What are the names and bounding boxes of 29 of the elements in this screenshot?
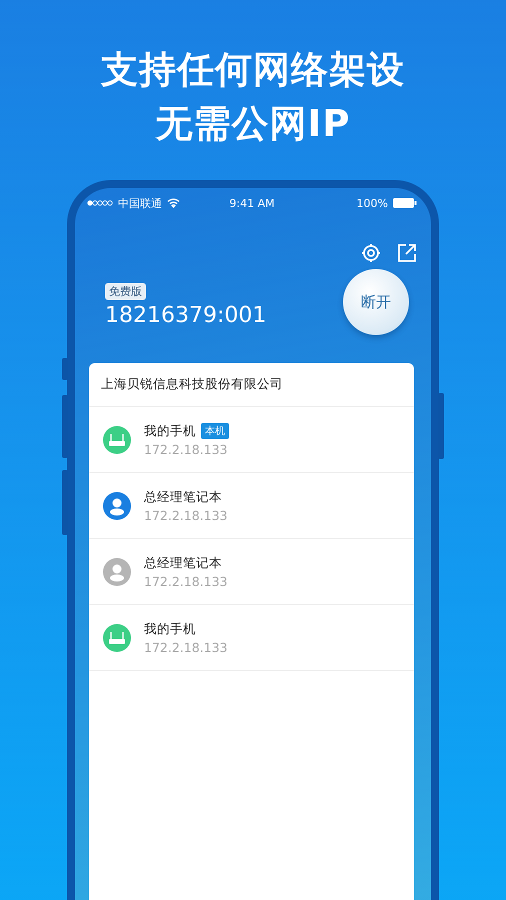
headline-text: 支持任何网络架设 [101, 47, 405, 93]
settings-button[interactable] [361, 243, 381, 263]
ip-address: 172.2.18.133 [144, 574, 228, 588]
device-row[interactable]: 总经理笔记本 172.2.18.133 [89, 539, 414, 605]
ip-address: 172.2.18.133 [144, 508, 228, 522]
ip-address: 172.2.18.133 [144, 640, 228, 654]
battery-icon [393, 198, 417, 208]
network-name: 上海贝锐信息科技股份有限公司 [89, 363, 414, 407]
account-id: 18216379:001 [105, 302, 266, 328]
device-row[interactable]: 总经理笔记本 172.2.18.133 [89, 473, 414, 539]
carrier-text: 中国联通 [118, 196, 162, 210]
device-name: 我的手机 [144, 422, 196, 440]
device-name: 我的手机 [144, 620, 196, 638]
headline-text: 无需公网IP [156, 101, 350, 147]
settings-icon [361, 243, 381, 263]
device-name: 总经理笔记本 [144, 554, 222, 572]
share-icon [397, 243, 417, 263]
battery-text: 100% [356, 196, 388, 210]
wifi-icon [167, 198, 180, 208]
share-button[interactable] [397, 243, 417, 263]
this-device-tag: 本机 [201, 423, 229, 439]
device-row[interactable]: 我的手机 172.2.18.133 [89, 605, 414, 671]
device-row[interactable]: 我的手机 本机 172.2.18.133 [89, 407, 414, 473]
clock-text: 9:41 AM [229, 196, 275, 210]
ip-address: 172.2.18.133 [144, 442, 228, 456]
signal-icon [87, 200, 113, 206]
device-name: 总经理笔记本 [144, 488, 222, 506]
disconnect-button[interactable]: 断开 [343, 269, 409, 335]
plan-badge: 免费版 [105, 282, 146, 300]
